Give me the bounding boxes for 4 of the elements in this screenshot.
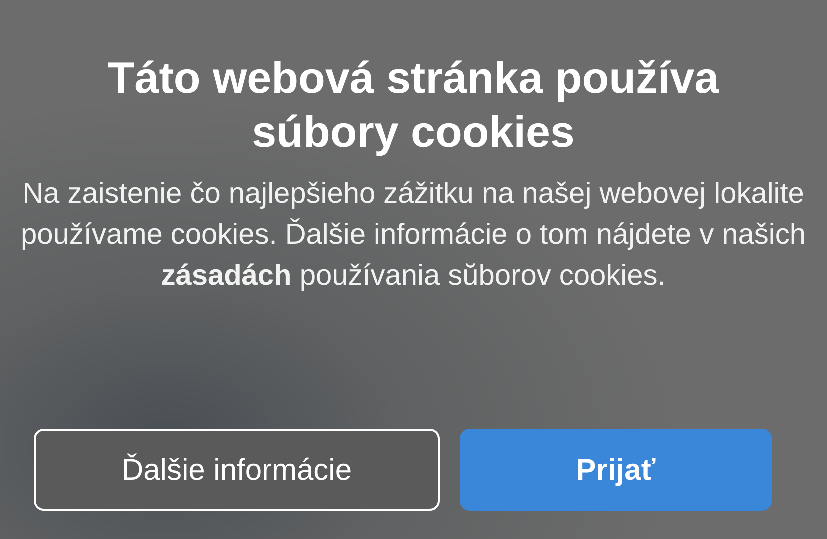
dialog-button[interactable]: Prijať <box>460 429 772 511</box>
dialog-title: Táto webová stránka používa súbory cookies <box>106 53 720 159</box>
dialog-button[interactable]: Ďalšie informácie <box>34 429 440 511</box>
dialog-message: Na zaistenie čo najlepšieho zážitku na našej webovej lokalite používame cookies. Ďalšie informácie o tom nájdete v našich zásadách používania sŭborov cookies. <box>20 177 807 294</box>
